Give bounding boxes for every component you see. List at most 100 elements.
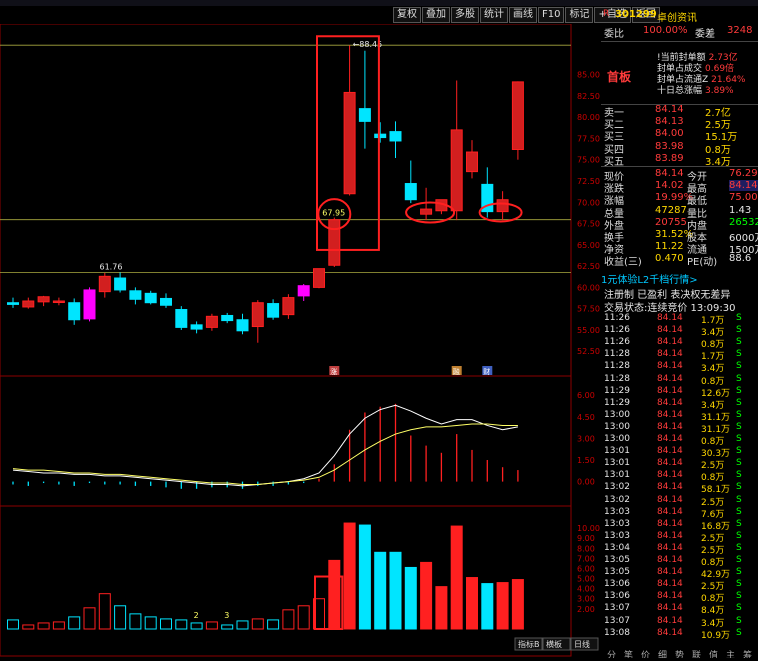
bottom-tab-1[interactable]: 横板 — [542, 637, 571, 651]
tick-price: 84.14 — [657, 567, 683, 578]
candle-body[interactable] — [313, 268, 325, 288]
candle-body[interactable] — [98, 275, 111, 293]
price-axis-label: 52.50 — [577, 347, 600, 356]
tick-time: 13:00 — [604, 434, 630, 444]
candle-body[interactable] — [160, 297, 172, 306]
board-stat-row: 十日总涨幅 3.89% — [657, 83, 734, 96]
candle-body[interactable] — [175, 309, 188, 328]
candle-body[interactable] — [7, 302, 19, 305]
candle-body[interactable] — [114, 277, 127, 291]
toolbar-button-3[interactable]: 统计 — [480, 7, 508, 23]
tick-row: 13:03 84.14 7.6万 S — [601, 507, 758, 520]
price-axis-label: 70.00 — [577, 198, 600, 207]
candle-body[interactable] — [267, 303, 280, 318]
candle-body[interactable] — [358, 108, 371, 122]
toolbar-button-2[interactable]: 多股 — [451, 7, 479, 23]
quote-value: 47287 — [655, 204, 687, 216]
tick-price: 84.14 — [657, 325, 683, 336]
tick-row: 11:28 84.14 1.7万 S — [601, 349, 758, 362]
candle-body[interactable] — [205, 315, 218, 328]
candle-body[interactable] — [496, 199, 509, 213]
svg-text:融: 融 — [453, 367, 460, 376]
candle-body[interactable] — [343, 91, 356, 195]
candle-body[interactable] — [297, 285, 310, 297]
tick-row: 13:04 84.14 2.5万 S — [601, 543, 758, 556]
side-tab-4[interactable]: 势 — [675, 649, 684, 658]
volume-axis-label: 4.00 — [577, 585, 595, 594]
kline-chart-area[interactable]: 85.00 82.50 80.00 77.50 75.00 72.50 70.00 67.50… — [0, 23, 600, 658]
volume-bar — [221, 624, 234, 630]
candle-body[interactable] — [404, 183, 417, 201]
side-tab-0[interactable]: 分 — [607, 650, 616, 658]
tick-time: 13:03 — [604, 518, 630, 529]
trade-status: 交易状态:连续竞价 13:09:30 — [604, 303, 736, 314]
candle-body[interactable] — [511, 81, 524, 150]
price-axis-label: 67.50 — [577, 220, 600, 229]
candle-body[interactable] — [420, 208, 433, 215]
bottom-tab-0[interactable]: 指标B — [514, 637, 543, 651]
candle-body[interactable] — [221, 314, 234, 322]
candle-body[interactable] — [389, 131, 402, 142]
side-tab-1[interactable]: 笔 — [624, 649, 633, 658]
side-tab-7[interactable]: 主 — [726, 649, 735, 658]
event-flag[interactable]: 财 — [482, 366, 493, 376]
candle-body[interactable] — [190, 324, 203, 330]
volume-bar — [404, 566, 417, 630]
side-tab-2[interactable]: 价 — [641, 650, 650, 658]
tick-row: 13:01 84.14 30.3万 S — [601, 446, 758, 459]
volume-bar — [160, 618, 172, 630]
order-price: 84.00 — [655, 128, 684, 140]
toolbar-button-4[interactable]: 画线 — [509, 7, 537, 23]
tick-side: S — [736, 603, 742, 614]
tick-side: S — [736, 482, 742, 493]
side-tab-5[interactable]: 联 — [692, 650, 701, 658]
bottom-tab-2[interactable]: 日线 — [570, 637, 599, 651]
volume-bar — [52, 621, 65, 630]
toolbar-button-6[interactable]: 标记 — [565, 7, 594, 23]
side-tab-6[interactable]: 值 — [709, 649, 718, 658]
candle-body[interactable] — [450, 129, 463, 212]
volume-bar — [144, 616, 157, 630]
candle-body[interactable] — [52, 300, 65, 304]
event-flag[interactable]: 涨 — [329, 366, 340, 376]
quote-value: 88.6 — [729, 253, 752, 265]
market-badge: R — [603, 9, 610, 19]
tick-volume: 2.5万 — [701, 582, 725, 593]
stock-header: R 301299 卓创资讯 — [601, 9, 758, 24]
quote-panel: R 301299 卓创资讯 委比 100.00% 委差 3248 首板 !当前封… — [601, 6, 758, 658]
candle-body[interactable] — [374, 133, 387, 139]
tick-volume: 8.4万 — [701, 606, 725, 617]
tick-row: 13:07 84.14 3.4万 S — [601, 616, 758, 629]
candle-body[interactable] — [466, 151, 478, 173]
tick-time: 11:29 — [604, 385, 630, 396]
candle-body[interactable] — [68, 302, 81, 321]
price-axis-label: 62.50 — [577, 262, 600, 271]
toolbar-button-5[interactable]: F10 — [538, 7, 565, 23]
event-flag[interactable]: 融 — [451, 366, 462, 376]
tick-row: 13:05 84.14 42.9万 S — [601, 567, 758, 580]
volume-axis-label: 6.00 — [577, 564, 595, 573]
candle-body[interactable] — [251, 302, 264, 328]
quote-value: 1.43 — [729, 204, 752, 216]
side-tab-8[interactable]: 筹 — [743, 649, 752, 658]
promo-link[interactable]: 1元体验L2千档行情> — [601, 271, 758, 286]
candle-body[interactable] — [22, 300, 35, 308]
tick-side: S — [736, 373, 742, 384]
macd-axis-label: 6.00 — [577, 391, 595, 400]
candle-body[interactable] — [236, 319, 249, 332]
kline-chart-svg[interactable]: 85.00 82.50 80.00 77.50 75.00 72.50 70.00 67.50… — [0, 23, 600, 658]
candle-body[interactable] — [37, 296, 50, 303]
volume-axis-label: 8.00 — [577, 544, 595, 553]
tick-side: S — [736, 325, 742, 336]
tick-price: 84.14 — [657, 591, 683, 602]
candle-body[interactable] — [129, 290, 142, 300]
candle-body[interactable] — [83, 289, 96, 320]
candle-body[interactable] — [328, 219, 341, 266]
toolbar-button-1[interactable]: 叠加 — [422, 7, 450, 23]
tick-volume: 3.4万 — [701, 364, 725, 375]
toolbar-button-0[interactable]: 复权 — [393, 7, 421, 23]
stock-name: 卓创资讯 — [657, 13, 697, 24]
candle-body[interactable] — [144, 292, 157, 304]
candle-body[interactable] — [282, 297, 295, 316]
side-tab-3[interactable]: 细 — [658, 649, 667, 658]
